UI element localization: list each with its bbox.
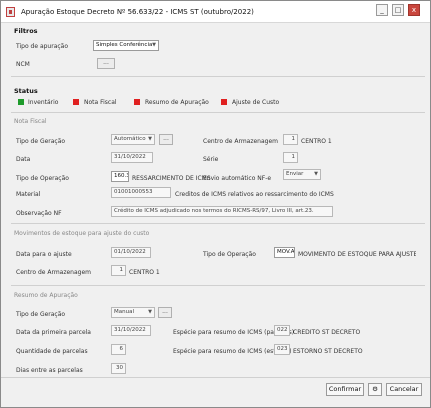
filtros-title: Filtros bbox=[14, 27, 38, 35]
nf-tipo-operacao-desc: RESSARCIMENTO DE ICMS bbox=[132, 175, 211, 182]
nf-material-code[interactable]: 01001000553 bbox=[111, 187, 171, 198]
nf-tipo-operacao-label: Tipo de Operação bbox=[16, 175, 69, 182]
chevron-down-icon: ▼ bbox=[152, 42, 156, 48]
nf-centro-code[interactable]: 1 bbox=[283, 134, 298, 145]
res-dias-label: Dias entre as parcelas bbox=[16, 367, 83, 374]
nf-material-desc: Creditos de ICMS relativos ao ressarcime… bbox=[175, 191, 334, 198]
nf-material-label: Material bbox=[16, 191, 41, 198]
res-dias-field[interactable]: 30 bbox=[111, 363, 126, 374]
confirm-button[interactable]: Confirmar bbox=[326, 383, 364, 396]
nf-tipo-geracao-select[interactable]: Automático ▼ bbox=[111, 134, 155, 145]
divider bbox=[1, 377, 430, 378]
status-ajuste-marker bbox=[221, 99, 227, 105]
nf-envio-value: Enviar bbox=[286, 171, 304, 177]
nf-data-field[interactable]: 31/10/2022 bbox=[111, 152, 153, 163]
dialog-window: Apuração Estoque Decreto Nº 56.633/22 - … bbox=[0, 0, 431, 408]
res-tipo-geracao-select[interactable]: Manual ▼ bbox=[111, 307, 155, 318]
res-tipo-geracao-value: Manual bbox=[114, 309, 134, 315]
mov-data-label: Data para o ajuste bbox=[16, 251, 72, 258]
mov-tipo-operacao-label: Tipo de Operação bbox=[203, 251, 256, 258]
nf-centro-name: CENTRO 1 bbox=[301, 138, 332, 145]
res-data-primeira-field[interactable]: 31/10/2022 bbox=[111, 325, 151, 336]
status-resumo-marker bbox=[134, 99, 140, 105]
mov-centro-name: CENTRO 1 bbox=[129, 269, 160, 276]
resumo-title: Resumo de Apuração bbox=[14, 292, 78, 299]
cancel-button[interactable]: Cancelar bbox=[386, 383, 422, 396]
status-nota-fiscal-marker bbox=[73, 99, 79, 105]
nf-centro-label: Centro de Armazenagem bbox=[203, 138, 279, 145]
divider bbox=[11, 285, 425, 286]
mov-centro-label: Centro de Armazenagem bbox=[16, 269, 92, 276]
mov-tipo-operacao-code[interactable]: MOV.AJ bbox=[274, 247, 295, 258]
nf-envio-select[interactable]: Enviar ▼ bbox=[283, 169, 321, 180]
nf-obs-label: Observação NF bbox=[16, 210, 62, 217]
res-tipo-geracao-label: Tipo de Geração bbox=[16, 311, 66, 318]
status-resumo-label: Resumo de Apuração bbox=[145, 99, 209, 106]
nf-tipo-geracao-value: Automático bbox=[114, 136, 146, 142]
mov-data-field[interactable]: 01/10/2022 bbox=[111, 247, 151, 258]
res-especie-parcelas-code[interactable]: 022 bbox=[274, 325, 290, 336]
nf-serie-label: Série bbox=[203, 156, 219, 163]
nf-envio-label: Envio automático NF-e bbox=[203, 175, 272, 182]
res-especie-estorno-desc: ESTORNO ST DECRETO bbox=[293, 348, 363, 355]
mov-tipo-operacao-desc: MOVIMENTO DE ESTOQUE PARA AJUSTE CUSTO bbox=[298, 251, 416, 258]
chevron-down-icon: ▼ bbox=[148, 309, 152, 315]
close-button[interactable]: x bbox=[408, 4, 420, 16]
window-title: Apuração Estoque Decreto Nº 56.633/22 - … bbox=[21, 8, 254, 16]
res-especie-parcelas-desc: CREDITO ST DECRETO bbox=[293, 329, 361, 336]
ncm-label: NCM bbox=[16, 61, 30, 68]
nf-tipo-geracao-label: Tipo de Geração bbox=[16, 138, 66, 145]
nf-tipo-geracao-button[interactable]: ... bbox=[159, 134, 173, 145]
nota-fiscal-title: Nota Fiscal bbox=[14, 118, 47, 125]
tipo-apuracao-select[interactable]: Simples Conferência ▼ bbox=[93, 40, 159, 51]
res-qtd-field[interactable]: 6 bbox=[111, 344, 126, 355]
status-title: Status bbox=[14, 87, 38, 95]
tipo-apuracao-value: Simples Conferência bbox=[96, 42, 153, 48]
status-ajuste-label: Ajuste de Custo bbox=[232, 99, 280, 106]
ncm-search-button[interactable]: ... bbox=[97, 58, 115, 69]
title-bar: Apuração Estoque Decreto Nº 56.633/22 - … bbox=[1, 1, 430, 23]
nf-serie-field[interactable]: 1 bbox=[283, 152, 298, 163]
nf-tipo-operacao-code[interactable]: 160.3( bbox=[111, 171, 129, 182]
tipo-apuracao-label: Tipo de apuração bbox=[16, 43, 69, 50]
maximize-button[interactable]: □ bbox=[392, 4, 404, 16]
res-tipo-geracao-button[interactable]: ... bbox=[158, 307, 172, 318]
movimentos-title: Movimentos de estoque para ajuste do cus… bbox=[14, 230, 150, 237]
chevron-down-icon: ▼ bbox=[148, 136, 152, 142]
status-nota-fiscal-label: Nota Fiscal bbox=[84, 99, 117, 106]
nf-data-label: Data bbox=[16, 156, 31, 163]
minimize-button[interactable]: _ bbox=[376, 4, 388, 16]
chevron-down-icon: ▼ bbox=[314, 171, 318, 177]
nf-obs-field[interactable]: Crédito de ICMS adjudicado nos termos do… bbox=[111, 206, 333, 217]
divider bbox=[11, 223, 425, 224]
res-qtd-label: Quantidade de parcelas bbox=[16, 348, 88, 355]
settings-icon[interactable]: ⚙ bbox=[368, 383, 382, 396]
app-icon bbox=[6, 7, 15, 17]
divider bbox=[11, 112, 425, 113]
res-data-primeira-label: Data da primeira parcela bbox=[16, 329, 91, 336]
status-inventario-label: Inventário bbox=[28, 99, 59, 106]
divider bbox=[11, 76, 425, 77]
res-especie-estorno-code[interactable]: 023 bbox=[274, 344, 290, 355]
mov-centro-code[interactable]: 1 bbox=[111, 265, 126, 276]
status-inventario-marker bbox=[18, 99, 24, 105]
